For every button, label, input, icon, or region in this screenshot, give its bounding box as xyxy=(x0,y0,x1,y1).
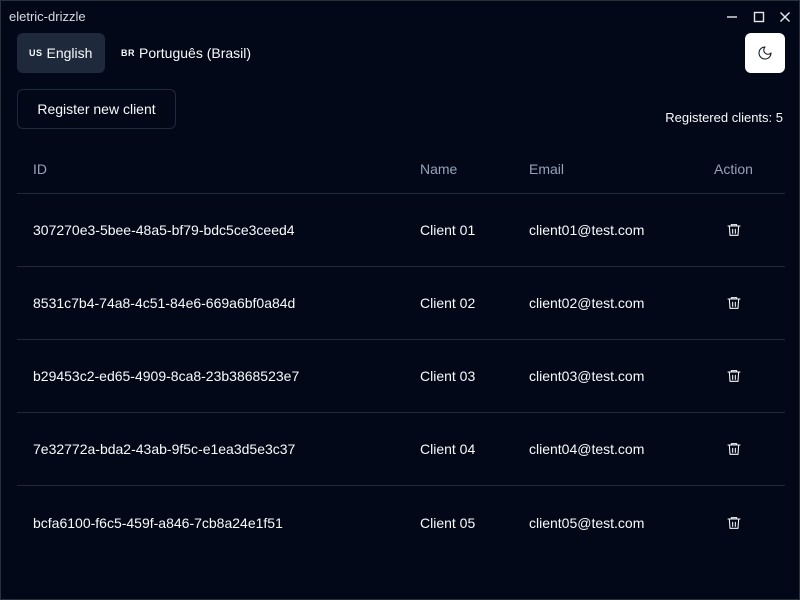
minimize-button[interactable] xyxy=(721,7,743,27)
language-portuguese-button[interactable]: BR Português (Brasil) xyxy=(109,33,269,73)
client-email: client01@test.com xyxy=(529,222,645,238)
header-action: Action xyxy=(714,160,753,177)
close-icon xyxy=(780,12,790,22)
trash-icon xyxy=(727,224,741,236)
br-flag: BR xyxy=(121,48,135,58)
theme-toggle-button[interactable] xyxy=(745,33,785,73)
client-email: client03@test.com xyxy=(529,368,645,384)
close-button[interactable] xyxy=(774,7,796,27)
client-id: 7e32772a-bda2-43ab-9f5c-e1ea3d5e3c37 xyxy=(33,441,296,457)
minimize-icon xyxy=(727,16,737,18)
client-id: 8531c7b4-74a8-4c51-84e6-669a6bf0a84d xyxy=(33,295,296,311)
client-name: Client 05 xyxy=(420,514,476,531)
delete-client-button[interactable] xyxy=(725,413,743,485)
client-id: b29453c2-ed65-4909-8ca8-23b3868523e7 xyxy=(33,368,300,384)
client-email: client04@test.com xyxy=(529,441,645,457)
delete-client-button[interactable] xyxy=(725,194,743,266)
table-row: bcfa6100-f6c5-459f-a846-7cb8a24e1f51 Cli… xyxy=(17,486,785,559)
clients-table: ID Name Email Action 307270e3-5bee-48a5-… xyxy=(17,144,785,559)
language-english-label: English xyxy=(46,45,93,61)
delete-client-button[interactable] xyxy=(725,486,743,559)
client-email: client02@test.com xyxy=(529,295,645,311)
app-window: eletric-drizzle US English BR Português … xyxy=(0,0,800,600)
client-email: client05@test.com xyxy=(529,514,645,531)
client-name: Client 04 xyxy=(420,441,476,457)
title-bar[interactable]: eletric-drizzle xyxy=(1,1,799,33)
header-name: Name xyxy=(420,160,458,177)
client-id: 307270e3-5bee-48a5-bf79-bdc5ce3ceed4 xyxy=(33,222,295,238)
trash-icon xyxy=(727,443,741,455)
maximize-button[interactable] xyxy=(748,7,770,27)
maximize-icon xyxy=(753,11,765,23)
us-flag: US xyxy=(29,48,43,58)
table-row: 307270e3-5bee-48a5-bf79-bdc5ce3ceed4 Cli… xyxy=(17,194,785,267)
table-header: ID Name Email Action xyxy=(17,144,785,194)
register-client-button[interactable]: Register new client xyxy=(17,89,176,129)
trash-icon xyxy=(727,297,741,309)
header-id: ID xyxy=(33,160,47,177)
header-email: Email xyxy=(529,160,565,177)
delete-client-button[interactable] xyxy=(725,340,743,412)
table-row: 7e32772a-bda2-43ab-9f5c-e1ea3d5e3c37 Cli… xyxy=(17,413,785,486)
table-row: 8531c7b4-74a8-4c51-84e6-669a6bf0a84d Cli… xyxy=(17,267,785,340)
delete-client-button[interactable] xyxy=(725,267,743,339)
client-name: Client 02 xyxy=(420,295,476,311)
language-portuguese-label: Português (Brasil) xyxy=(139,45,252,61)
trash-icon xyxy=(727,370,741,382)
moon-icon xyxy=(758,46,772,60)
table-row: b29453c2-ed65-4909-8ca8-23b3868523e7 Cli… xyxy=(17,340,785,413)
client-name: Client 01 xyxy=(420,222,476,238)
registered-count: Registered clients: 5 xyxy=(665,110,783,125)
client-name: Client 03 xyxy=(420,368,476,384)
language-english-button[interactable]: US English xyxy=(17,33,105,73)
trash-icon xyxy=(727,516,741,529)
client-id: bcfa6100-f6c5-459f-a846-7cb8a24e1f51 xyxy=(33,514,283,531)
window-title: eletric-drizzle xyxy=(9,9,86,24)
